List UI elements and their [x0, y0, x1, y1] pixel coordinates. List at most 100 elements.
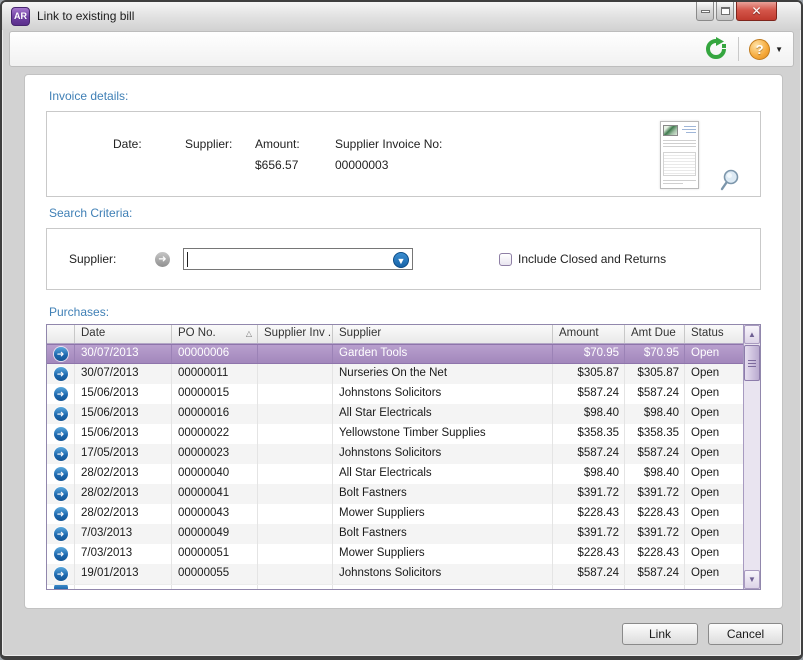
table-row[interactable]: ➜19/01/201300000055Johnstons Solicitors$… — [47, 564, 743, 584]
cell-amount[interactable]: $587.24 — [553, 444, 625, 464]
cell-date[interactable]: 15/06/2013 — [75, 384, 172, 404]
scroll-up-icon[interactable]: ▲ — [744, 325, 760, 344]
cell-status[interactable]: Open — [685, 564, 746, 584]
cell-supplier[interactable]: Mower Suppliers — [333, 504, 553, 524]
cell-supplier-inv[interactable] — [258, 424, 333, 444]
row-arrow-icon[interactable]: ➜ — [47, 364, 75, 384]
cell-amt-due[interactable]: $587.24 — [625, 444, 685, 464]
cell-supplier-inv[interactable] — [258, 524, 333, 544]
cell-date[interactable]: 7/03/2013 — [75, 524, 172, 544]
chevron-down-icon[interactable]: ▼ — [775, 45, 783, 54]
cell-po-no[interactable]: 00000022 — [172, 424, 258, 444]
cell-amount[interactable]: $305.87 — [553, 364, 625, 384]
table-row[interactable]: ➜28/02/201300000040All Star Electricals$… — [47, 464, 743, 484]
row-arrow-icon[interactable]: ➜ — [47, 544, 75, 564]
row-arrow-icon[interactable]: ➜ — [47, 424, 75, 444]
title-bar[interactable]: AR Link to existing bill ✕ — [2, 2, 801, 30]
cell-po-no[interactable]: 00000049 — [172, 524, 258, 544]
row-arrow-icon[interactable]: ➜ — [47, 464, 75, 484]
cell-status[interactable]: Open — [685, 464, 746, 484]
cell-date[interactable]: 15/06/2013 — [75, 404, 172, 424]
cell-status[interactable]: Open — [685, 424, 746, 444]
cell-status[interactable]: Open — [685, 544, 746, 564]
cell-date[interactable]: 19/01/2013 — [75, 564, 172, 584]
row-arrow-icon[interactable]: ➜ — [47, 384, 75, 404]
row-arrow-icon[interactable]: ➜ — [47, 345, 75, 363]
cell-supplier-inv[interactable] — [258, 544, 333, 564]
table-row[interactable]: ➜15/06/201300000015Johnstons Solicitors$… — [47, 384, 743, 404]
cell-supplier-inv[interactable] — [258, 384, 333, 404]
scrollbar-thumb[interactable] — [744, 345, 760, 381]
scroll-down-icon[interactable]: ▼ — [744, 570, 760, 589]
help-button[interactable]: ? ▼ — [749, 39, 783, 60]
cell-supplier[interactable]: All Star Electricals — [333, 404, 553, 424]
close-button[interactable]: ✕ — [736, 2, 777, 21]
vertical-scrollbar[interactable]: ▲ ▼ — [743, 325, 760, 589]
cell-date[interactable]: 15/06/2013 — [75, 424, 172, 444]
cell-supplier[interactable]: Yellowstone Timber Supplies — [333, 424, 553, 444]
zoom-magnifier-icon[interactable] — [719, 168, 741, 192]
cell-amt-due[interactable]: $358.35 — [625, 424, 685, 444]
cell-date[interactable]: 7/03/2013 — [75, 544, 172, 564]
cell-status[interactable]: Open — [685, 364, 746, 384]
column-header-amount[interactable]: Amount — [553, 325, 625, 343]
cell-supplier-inv[interactable] — [258, 464, 333, 484]
cell-po-no[interactable]: 00000040 — [172, 464, 258, 484]
cell-supplier-inv[interactable] — [258, 345, 333, 363]
cell-amount[interactable]: $70.95 — [553, 345, 625, 363]
cell-status[interactable]: Open — [685, 484, 746, 504]
column-header-status[interactable]: Status — [685, 325, 746, 343]
cell-po-no[interactable]: 00000023 — [172, 444, 258, 464]
cell-amount[interactable]: $391.72 — [553, 484, 625, 504]
cell-supplier-inv[interactable] — [258, 404, 333, 424]
cell-po-no[interactable]: 00000041 — [172, 484, 258, 504]
cell-date[interactable]: 28/02/2013 — [75, 484, 172, 504]
column-header-date[interactable]: Date — [75, 325, 172, 343]
cell-amt-due[interactable]: $587.24 — [625, 384, 685, 404]
cell-supplier[interactable]: Johnstons Solicitors — [333, 564, 553, 584]
cell-amount[interactable]: $391.72 — [553, 524, 625, 544]
invoice-thumbnail[interactable] — [660, 121, 699, 189]
column-header-supplier[interactable]: Supplier — [333, 325, 553, 343]
cell-status[interactable]: Open — [685, 345, 746, 363]
cell-amount[interactable]: $98.40 — [553, 404, 625, 424]
row-arrow-icon[interactable]: ➜ — [47, 564, 75, 584]
cell-status[interactable]: Open — [685, 404, 746, 424]
column-header-supplier-inv[interactable]: Supplier Inv ... — [258, 325, 333, 343]
cancel-button[interactable]: Cancel — [708, 623, 783, 645]
table-row[interactable]: ➜30/07/201300000011Nurseries On the Net$… — [47, 364, 743, 384]
table-row[interactable]: ➜7/03/201300000051Mower Suppliers$228.43… — [47, 544, 743, 564]
cell-date[interactable]: 30/07/2013 — [75, 364, 172, 384]
row-arrow-icon[interactable]: ➜ — [47, 404, 75, 424]
cell-amount[interactable]: $228.43 — [553, 504, 625, 524]
cell-amount[interactable]: $587.24 — [553, 384, 625, 404]
cell-date[interactable]: 28/02/2013 — [75, 504, 172, 524]
cell-amt-due[interactable]: $391.72 — [625, 524, 685, 544]
cell-amt-due[interactable]: $228.43 — [625, 504, 685, 524]
table-row[interactable]: ➜17/05/201300000023Johnstons Solicitors$… — [47, 444, 743, 464]
cell-po-no[interactable]: 00000011 — [172, 364, 258, 384]
cell-amt-due[interactable]: $98.40 — [625, 464, 685, 484]
cell-date[interactable]: 17/05/2013 — [75, 444, 172, 464]
minimize-button[interactable] — [696, 2, 714, 21]
cell-amt-due[interactable]: $305.87 — [625, 364, 685, 384]
column-header-amt-due[interactable]: Amt Due — [625, 325, 685, 343]
row-arrow-icon[interactable]: ➜ — [47, 524, 75, 544]
cell-date[interactable]: 28/02/2013 — [75, 464, 172, 484]
supplier-search-input[interactable]: ▼ — [183, 248, 413, 270]
cell-supplier-inv[interactable] — [258, 504, 333, 524]
cell-po-no[interactable]: 00000043 — [172, 504, 258, 524]
table-row[interactable]: ➜7/03/201300000049Bolt Fastners$391.72$3… — [47, 524, 743, 544]
cell-amt-due[interactable]: $70.95 — [625, 345, 685, 363]
table-row[interactable]: ➜30/07/201300000006Garden Tools$70.95$70… — [47, 344, 743, 364]
table-row-partial[interactable] — [47, 584, 743, 590]
supplier-go-arrow-icon[interactable]: ➜ — [155, 252, 170, 267]
cell-amt-due[interactable]: $228.43 — [625, 544, 685, 564]
link-button[interactable]: Link — [622, 623, 698, 645]
cell-amt-due[interactable]: $587.24 — [625, 564, 685, 584]
table-row[interactable]: ➜28/02/201300000041Bolt Fastners$391.72$… — [47, 484, 743, 504]
cell-amount[interactable]: $228.43 — [553, 544, 625, 564]
cell-supplier[interactable]: Mower Suppliers — [333, 544, 553, 564]
row-arrow-icon[interactable]: ➜ — [47, 444, 75, 464]
cell-amount[interactable]: $587.24 — [553, 564, 625, 584]
